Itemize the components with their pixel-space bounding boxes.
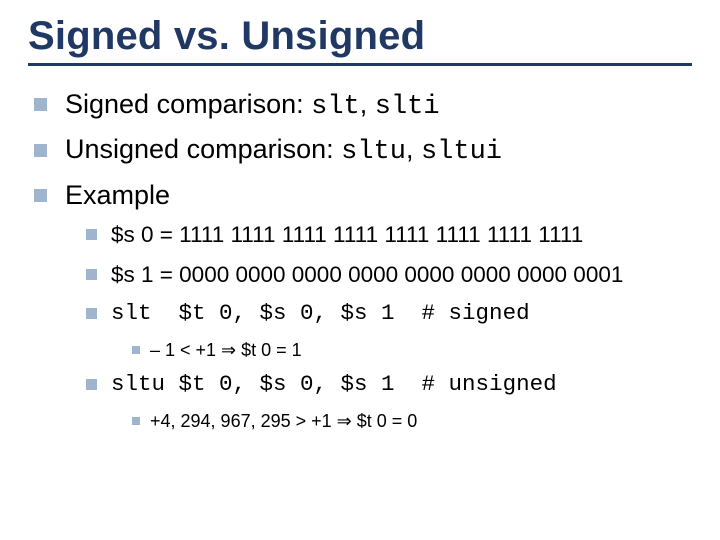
code: slt $t 0, $s 0, $s 1 # signed [111,298,692,330]
bullet-icon [132,346,140,354]
bullet-list-level2: $s 0 = 1111 1111 1111 1111 1111 1111 111… [86,219,692,330]
slide: Signed vs. Unsigned Signed comparison: s… [0,0,720,540]
text: , [406,134,421,164]
code: sltui [421,137,502,167]
bullet-icon [132,417,140,425]
sub-bullet-slt: slt $t 0, $s 0, $s 1 # signed [86,298,692,330]
bullet-text: Signed comparison: slt, slti [65,86,692,125]
bullet-text: – 1 < +1 ⇒ $t 0 = 1 [150,338,692,363]
bullet-list-level3: – 1 < +1 ⇒ $t 0 = 1 [132,338,692,363]
bullet-text: $s 1 = 0000 0000 0000 0000 0000 0000 000… [111,259,692,291]
bullet-list-level3: +4, 294, 967, 295 > +1 ⇒ $t 0 = 0 [132,409,692,434]
sub-bullet-sltu: sltu $t 0, $s 0, $s 1 # unsigned [86,369,692,401]
sub-bullet-s1: $s 1 = 0000 0000 0000 0000 0000 0000 000… [86,259,692,291]
subsub-bullet-sltu-result: +4, 294, 967, 295 > +1 ⇒ $t 0 = 0 [132,409,692,434]
bullet-list-level2: sltu $t 0, $s 0, $s 1 # unsigned [86,369,692,401]
bullet-icon [86,308,97,319]
code: sltu [341,137,406,167]
subsub-bullet-slt-result: – 1 < +1 ⇒ $t 0 = 1 [132,338,692,363]
bullet-text: $s 0 = 1111 1111 1111 1111 1111 1111 111… [111,219,692,251]
bullet-icon [34,98,47,111]
text: , [360,89,375,119]
bullet-text: Unsigned comparison: sltu, sltui [65,131,692,170]
bullet-unsigned-comparison: Unsigned comparison: sltu, sltui [34,131,692,170]
bullet-icon [34,144,47,157]
code: slti [375,92,440,122]
text: Signed comparison: [65,89,311,119]
bullet-text: +4, 294, 967, 295 > +1 ⇒ $t 0 = 0 [150,409,692,434]
slide-title: Signed vs. Unsigned [28,14,692,66]
bullet-icon [86,379,97,390]
bullet-signed-comparison: Signed comparison: slt, slti [34,86,692,125]
text: Unsigned comparison: [65,134,341,164]
code: sltu $t 0, $s 0, $s 1 # unsigned [111,369,692,401]
bullet-example: Example [34,177,692,213]
bullet-icon [86,229,97,240]
bullet-text: Example [65,177,692,213]
code: slt [311,92,360,122]
bullet-icon [34,189,47,202]
bullet-icon [86,269,97,280]
sub-bullet-s0: $s 0 = 1111 1111 1111 1111 1111 1111 111… [86,219,692,251]
bullet-list-level1: Signed comparison: slt, slti Unsigned co… [34,86,692,213]
